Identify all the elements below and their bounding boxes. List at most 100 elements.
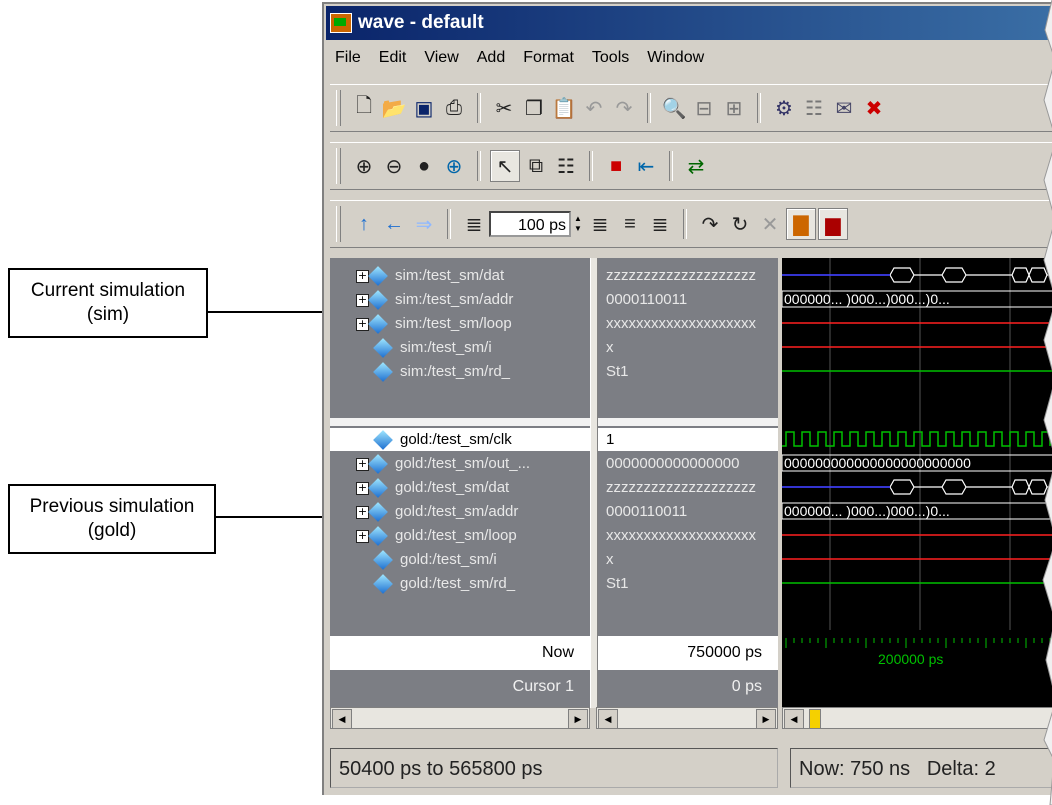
toolbar-grip[interactable] (336, 90, 341, 126)
name-pane-scrollbar[interactable]: ◀ ▶ (330, 707, 590, 729)
memory-profile-icon[interactable]: ▆ (818, 208, 848, 240)
restart-icon[interactable]: ≣ (460, 209, 488, 239)
signal-row-name[interactable]: + gold:/test_sm/dat (330, 476, 590, 499)
run-all-icon[interactable]: ≣ (646, 209, 674, 239)
scroll-left-icon[interactable]: ◀ (598, 709, 618, 729)
run-length-field[interactable]: 100 ps (489, 211, 571, 237)
menu-window[interactable]: Window (638, 49, 713, 67)
save-icon[interactable]: ▣ (410, 93, 438, 123)
run-icon[interactable]: ≣ (586, 209, 614, 239)
toolbar-separator (757, 93, 761, 123)
signal-value[interactable]: xxxxxxxxxxxxxxxxxxxx (598, 312, 778, 335)
signal-value[interactable]: 1 (598, 428, 778, 451)
signal-value[interactable]: x (598, 336, 778, 359)
print-icon[interactable]: ⎙ (440, 93, 468, 123)
step-over-icon[interactable]: ↻ (726, 209, 754, 239)
cursor-label[interactable]: Cursor 1 (330, 672, 590, 702)
window-title: wave - default (358, 12, 484, 33)
signal-value[interactable]: St1 (598, 360, 778, 383)
script-icon[interactable]: ✉ (830, 93, 858, 123)
expand-plus-icon[interactable]: + (356, 505, 369, 519)
value-pane-scrollbar[interactable]: ◀ ▶ (596, 707, 778, 729)
signal-value[interactable]: 0000110011 (598, 500, 778, 523)
expand-plus-icon[interactable]: + (356, 529, 369, 543)
compare-icon[interactable]: ⇄ (682, 151, 710, 181)
expand-plus-icon[interactable]: + (356, 481, 369, 495)
run-length-stepper[interactable]: 100 ps ▲ ▼ (489, 211, 585, 237)
delete-icon[interactable]: ✖ (860, 93, 888, 123)
scroll-right-icon[interactable]: ▶ (756, 709, 776, 729)
memory-icon[interactable]: ☷ (800, 93, 828, 123)
redo-icon[interactable]: ↷ (610, 93, 638, 123)
signal-value[interactable]: St1 (598, 572, 778, 595)
cut-icon[interactable]: ✂ (490, 93, 518, 123)
bus-value-text: 000000... )000...)000...)0... (784, 291, 950, 307)
collapse-icon[interactable]: ⊟ (690, 93, 718, 123)
signal-value[interactable]: 0000000000000000 (598, 452, 778, 475)
title-bar[interactable]: wave - default (326, 6, 1052, 40)
toolbar-grip[interactable] (336, 206, 341, 242)
undo-icon[interactable]: ↶ (580, 93, 608, 123)
edit-mode-icon[interactable]: ☷ (552, 151, 580, 181)
status-bar: 50400 ps to 565800 ps Now: 750 ns Delta:… (330, 748, 1052, 788)
signal-row-name[interactable]: + sim:/test_sm/loop (330, 312, 590, 335)
signal-row-name[interactable]: + sim:/test_sm/dat (330, 264, 590, 287)
signal-row-name[interactable]: + sim:/test_sm/addr (330, 288, 590, 311)
toolbar-grip[interactable] (336, 148, 341, 184)
menu-edit[interactable]: Edit (370, 49, 416, 67)
signal-value[interactable]: 0000110011 (598, 288, 778, 311)
signal-row-name[interactable]: + gold:/test_sm/addr (330, 500, 590, 523)
step-into-icon[interactable]: ↷ (696, 209, 724, 239)
signal-row-name[interactable]: gold:/test_sm/clk (330, 428, 590, 451)
zoom-in-icon[interactable]: ⊕ (350, 151, 378, 181)
signal-value[interactable]: xxxxxxxxxxxxxxxxxxxx (598, 524, 778, 547)
zoom-out-icon[interactable]: ⊖ (380, 151, 408, 181)
continue-icon[interactable]: ≡ (616, 209, 644, 239)
performance-icon[interactable]: ▇ (786, 208, 816, 240)
expand-icon[interactable]: ⊞ (720, 93, 748, 123)
signal-value[interactable]: x (598, 548, 778, 571)
expand-plus-icon[interactable]: + (356, 317, 369, 331)
signal-row-name[interactable]: + gold:/test_sm/out_... (330, 452, 590, 475)
expand-plus-icon[interactable]: + (356, 269, 369, 283)
menu-tools[interactable]: Tools (583, 49, 638, 67)
stop-icon[interactable]: ✕ (756, 209, 784, 239)
paste-icon[interactable]: 📋 (550, 93, 578, 123)
break-icon[interactable]: ■ (602, 151, 630, 181)
expand-plus-icon[interactable]: + (356, 293, 369, 307)
scroll-thumb[interactable] (809, 709, 821, 729)
arrow-right-icon[interactable]: ⇒ (410, 209, 438, 239)
scroll-left-icon[interactable]: ◀ (332, 709, 352, 729)
waveform-pane[interactable]: 000000... )000...)000...)0... 00000000000… (782, 258, 1052, 708)
find-icon[interactable]: 🔍 (660, 93, 688, 123)
stepper-arrows-icon[interactable]: ▲ ▼ (571, 211, 585, 237)
step-back-icon[interactable]: ⇤ (632, 151, 660, 181)
scroll-left-icon[interactable]: ◀ (784, 709, 804, 729)
waveform-canvas[interactable]: 000000... )000...)000...)0... 00000000000… (782, 258, 1052, 708)
zoom-mode-icon[interactable]: ⧉ (522, 151, 550, 181)
arrow-up-icon[interactable]: ↑ (350, 209, 378, 239)
signal-row-name[interactable]: sim:/test_sm/i (330, 336, 590, 359)
signal-row-name[interactable]: gold:/test_sm/rd_ (330, 572, 590, 595)
signal-value[interactable]: zzzzzzzzzzzzzzzzzzzz (598, 476, 778, 499)
signal-row-name[interactable]: gold:/test_sm/i (330, 548, 590, 571)
zoom-cursor-icon[interactable]: ⊕ (440, 151, 468, 181)
arrow-left-icon[interactable]: ← (380, 209, 408, 239)
copy-icon[interactable]: ❐ (520, 93, 548, 123)
menu-add[interactable]: Add (468, 49, 514, 67)
menu-format[interactable]: Format (514, 49, 583, 67)
signal-row-name[interactable]: + gold:/test_sm/loop (330, 524, 590, 547)
signal-value[interactable]: zzzzzzzzzzzzzzzzzzzz (598, 264, 778, 287)
scroll-right-icon[interactable]: ▶ (568, 709, 588, 729)
menu-view[interactable]: View (415, 49, 467, 67)
signal-row-name[interactable]: sim:/test_sm/rd_ (330, 360, 590, 383)
menu-file[interactable]: File (326, 49, 370, 67)
open-folder-icon[interactable]: 📂 (380, 93, 408, 123)
pane-divider[interactable] (590, 258, 598, 708)
select-pointer-icon[interactable]: ↖ (490, 150, 520, 182)
expand-plus-icon[interactable]: + (356, 457, 369, 471)
compile-icon[interactable]: ⚙ (770, 93, 798, 123)
wave-pane-scrollbar[interactable]: ◀ (782, 707, 1052, 729)
new-file-icon[interactable]: 🗋 (350, 93, 378, 123)
zoom-full-icon[interactable]: ● (410, 151, 438, 181)
